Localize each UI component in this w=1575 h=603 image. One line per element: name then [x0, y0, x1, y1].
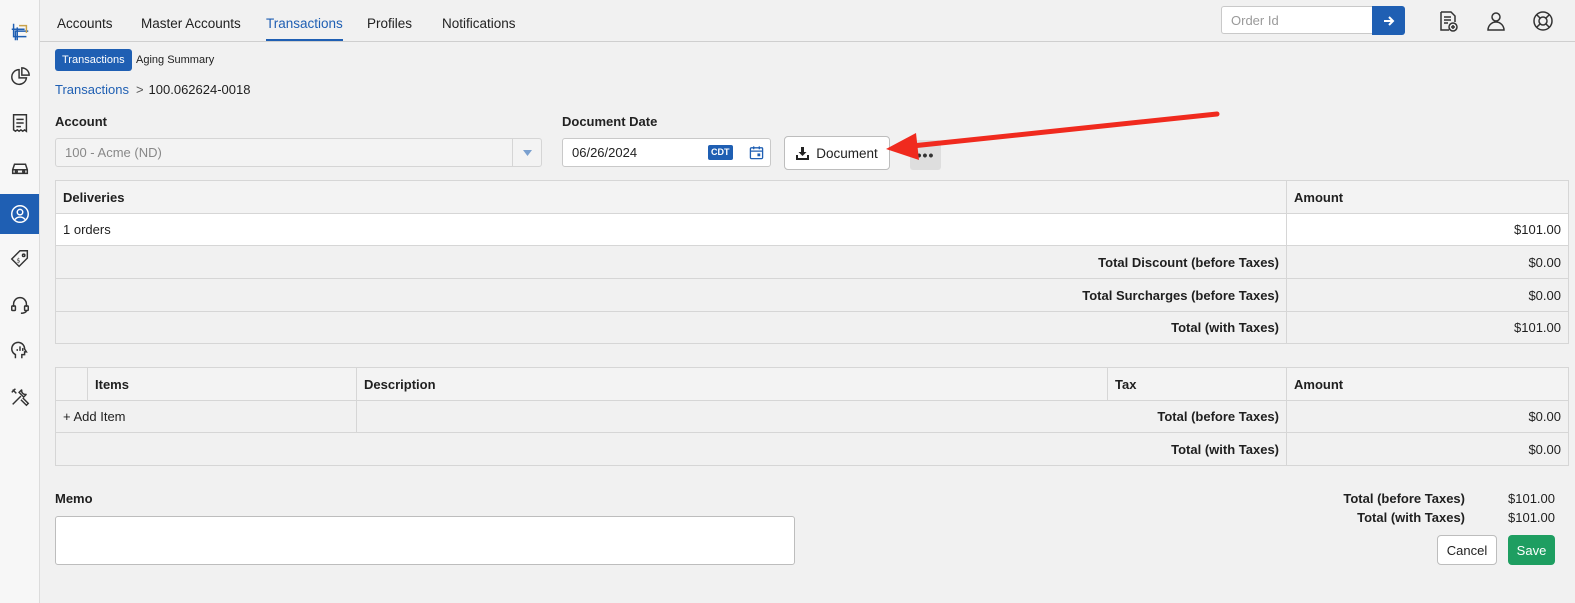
table-row[interactable]: 1 orders $101.00 [55, 213, 1569, 246]
car-icon[interactable] [0, 147, 39, 187]
table-row: Total (with Taxes) $101.00 [55, 311, 1569, 344]
document-date-value: 06/26/2024 [572, 145, 638, 160]
items-amount-header: Amount [1286, 367, 1569, 401]
document-date-label: Document Date [562, 114, 658, 129]
items-checkbox-header [55, 367, 88, 401]
order-id-input[interactable] [1221, 6, 1372, 34]
add-item-link[interactable]: + Add Item [55, 400, 357, 433]
subtab-aging-summary[interactable]: Aging Summary [136, 49, 214, 71]
table-row: + Add Item Total (before Taxes) $0.00 [55, 400, 1569, 433]
tab-accounts[interactable]: Accounts [57, 0, 113, 41]
table-row: Total Discount (before Taxes) $0.00 [55, 245, 1569, 279]
more-options-button[interactable]: ••• [910, 140, 941, 170]
arrow-right-icon [1383, 15, 1394, 26]
calendar-icon[interactable] [749, 145, 764, 160]
tab-transactions[interactable]: Transactions [266, 0, 343, 41]
account-circle-icon[interactable] [0, 194, 39, 234]
summary-with-taxes-label: Total (with Taxes) [1357, 510, 1465, 525]
deliveries-table: Deliveries Amount 1 orders $101.00 Total… [55, 180, 1569, 344]
timezone-badge: CDT [708, 145, 733, 160]
tab-notifications[interactable]: Notifications [442, 0, 516, 41]
table-row: Total Surcharges (before Taxes) $0.00 [55, 278, 1569, 312]
document-date-input[interactable]: 06/26/2024 CDT [562, 138, 771, 167]
document-button-label: Document [816, 145, 878, 161]
dropdown-arrow-icon[interactable] [512, 139, 541, 166]
account-value: 100 - Acme (ND) [65, 145, 162, 160]
app-logo-icon[interactable] [0, 12, 39, 52]
items-header: Items [87, 367, 357, 401]
summary-before-taxes-label: Total (before Taxes) [1343, 491, 1465, 506]
save-button[interactable]: Save [1508, 535, 1555, 565]
analytics-head-icon[interactable] [0, 330, 39, 370]
download-icon [796, 146, 810, 160]
new-document-icon[interactable] [1436, 9, 1460, 33]
items-total-with-label: Total (with Taxes) [55, 432, 1287, 466]
description-header: Description [356, 367, 1108, 401]
items-total-with-amount: $0.00 [1286, 432, 1569, 466]
deliveries-total-amount: $101.00 [1286, 311, 1569, 344]
tax-header: Tax [1107, 367, 1287, 401]
headset-support-icon[interactable] [0, 285, 39, 325]
summary-with-taxes-amount: $101.00 [1508, 510, 1555, 525]
deliveries-orders-cell[interactable]: 1 orders [55, 213, 1287, 246]
tools-icon[interactable] [0, 377, 39, 417]
cancel-button[interactable]: Cancel [1437, 535, 1497, 565]
deliveries-amount-cell: $101.00 [1286, 213, 1569, 246]
svg-text:$: $ [16, 257, 20, 265]
deliveries-header-row: Deliveries Amount [55, 180, 1569, 214]
tab-profiles[interactable]: Profiles [367, 0, 412, 41]
deliveries-total-label: Total (with Taxes) [55, 311, 1287, 344]
receipt-icon[interactable] [0, 103, 39, 143]
left-rail: $ [0, 0, 40, 603]
account-select[interactable]: 100 - Acme (ND) [55, 138, 542, 167]
items-table: Items Description Tax Amount + Add Item … [55, 367, 1569, 466]
total-surcharges-label: Total Surcharges (before Taxes) [55, 278, 1287, 312]
memo-label: Memo [55, 491, 93, 506]
help-lifebuoy-icon[interactable] [1531, 9, 1555, 33]
account-label: Account [55, 114, 107, 129]
breadcrumb-current: 100.062624-0018 [148, 82, 251, 97]
items-total-before-amount: $0.00 [1286, 400, 1569, 433]
document-download-button[interactable]: Document [784, 136, 890, 170]
total-surcharges-amount: $0.00 [1286, 278, 1569, 312]
total-discount-amount: $0.00 [1286, 245, 1569, 279]
memo-textarea[interactable] [55, 516, 795, 565]
order-search-button[interactable] [1372, 6, 1405, 35]
total-discount-label: Total Discount (before Taxes) [55, 245, 1287, 279]
breadcrumb-separator: > [135, 82, 144, 97]
subtab-transactions[interactable]: Transactions [55, 49, 132, 71]
items-total-before-label: Total (before Taxes) [356, 400, 1287, 433]
breadcrumb: Transactions >100.062624-0018 [55, 82, 250, 97]
items-header-row: Items Description Tax Amount [55, 367, 1569, 401]
amount-header: Amount [1286, 180, 1569, 214]
breadcrumb-transactions-link[interactable]: Transactions [55, 82, 129, 97]
summary-before-taxes-amount: $101.00 [1508, 491, 1555, 506]
dashboard-pie-icon[interactable] [0, 57, 39, 97]
price-tag-icon[interactable]: $ [0, 239, 39, 279]
deliveries-header: Deliveries [55, 180, 1287, 214]
user-profile-icon[interactable] [1484, 9, 1508, 33]
table-row: Total (with Taxes) $0.00 [55, 432, 1569, 466]
tab-master-accounts[interactable]: Master Accounts [141, 0, 241, 41]
